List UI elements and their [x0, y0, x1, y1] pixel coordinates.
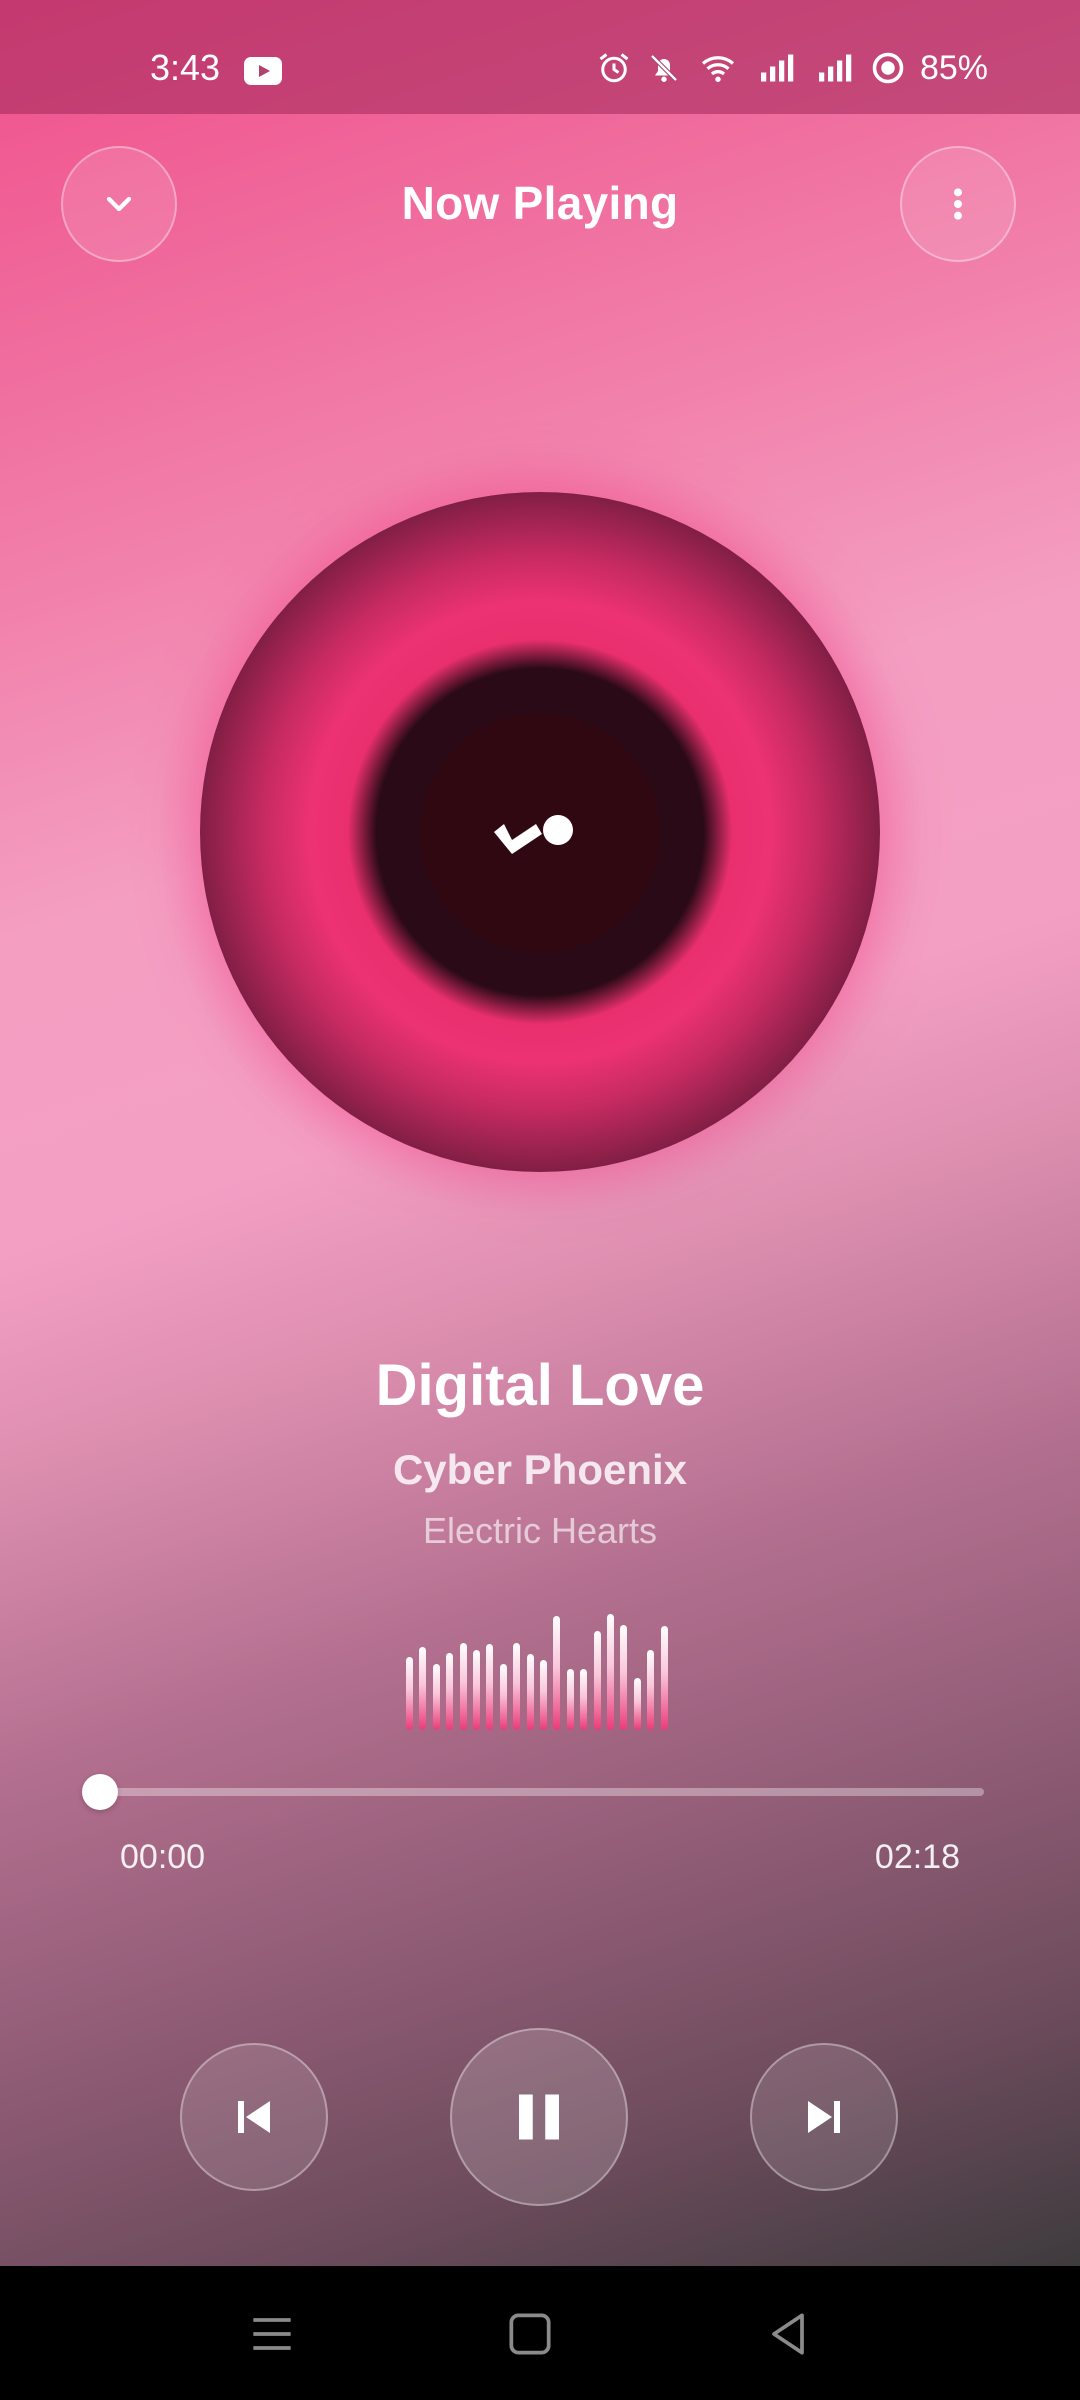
visualizer-bar	[419, 1647, 427, 1730]
music-note-icon	[494, 815, 573, 854]
system-navigation-bar	[0, 2266, 1080, 2400]
back-icon[interactable]	[760, 2306, 816, 2362]
artist-name[interactable]: Cyber Phoenix	[0, 1446, 1080, 1494]
album-name[interactable]: Electric Hearts	[0, 1510, 1080, 1552]
progress-bar[interactable]	[100, 1788, 984, 1796]
skip-next-icon	[808, 2101, 840, 2133]
wifi-icon	[701, 56, 735, 82]
visualizer-bar	[473, 1650, 480, 1730]
visualizer-bar	[566, 1669, 574, 1730]
visualizer-bar	[432, 1664, 440, 1730]
audio-visualizer	[406, 1610, 676, 1730]
alarm-icon	[599, 53, 629, 83]
signal-icon	[760, 54, 794, 82]
play-pause-button[interactable]	[450, 2028, 628, 2206]
visualizer-bar	[607, 1614, 614, 1730]
visualizer-bar	[620, 1625, 628, 1730]
visualizer-bar	[446, 1653, 454, 1730]
visualizer-bar	[406, 1657, 413, 1730]
song-title: Digital Love	[375, 1353, 705, 1418]
visualizer-bar	[540, 1660, 547, 1730]
visualizer-bar	[486, 1644, 494, 1730]
status-icons: 85%	[596, 48, 988, 88]
visualizer-bar	[553, 1616, 561, 1730]
visualizer-bar	[526, 1654, 534, 1730]
signal-icon	[818, 54, 852, 82]
visualizer-bar	[633, 1678, 641, 1730]
visualizer-bar	[593, 1631, 601, 1730]
notifications-off-icon	[650, 54, 678, 82]
more-vert-icon	[954, 188, 962, 220]
battery-saver-icon	[872, 52, 904, 84]
pause-icon	[519, 2094, 559, 2140]
visualizer-bar	[660, 1626, 668, 1730]
home-icon[interactable]	[502, 2306, 558, 2362]
more-options-button[interactable]	[900, 146, 1016, 262]
visualizer-bar	[647, 1650, 655, 1730]
total-time: 02:18	[874, 1838, 960, 1876]
visualizer-bar	[513, 1643, 521, 1730]
elapsed-time: 00:00	[120, 1838, 206, 1876]
next-button[interactable]	[750, 2043, 898, 2191]
skip-previous-icon	[238, 2101, 270, 2133]
recents-icon[interactable]	[244, 2306, 300, 2362]
visualizer-bar	[459, 1643, 467, 1730]
progress-thumb[interactable]	[82, 1774, 118, 1810]
visualizer-bar	[499, 1664, 507, 1730]
status-time: 3:43	[150, 47, 221, 88]
youtube-icon	[244, 57, 282, 85]
previous-button[interactable]	[180, 2043, 328, 2191]
status-bar: 3:43 85%	[0, 0, 1080, 114]
now-playing-screen: 3:43 85% Now Playing Digital Love Cyber …	[0, 0, 1080, 2266]
visualizer-bar	[580, 1669, 588, 1730]
battery-percentage: 85%	[919, 49, 988, 87]
